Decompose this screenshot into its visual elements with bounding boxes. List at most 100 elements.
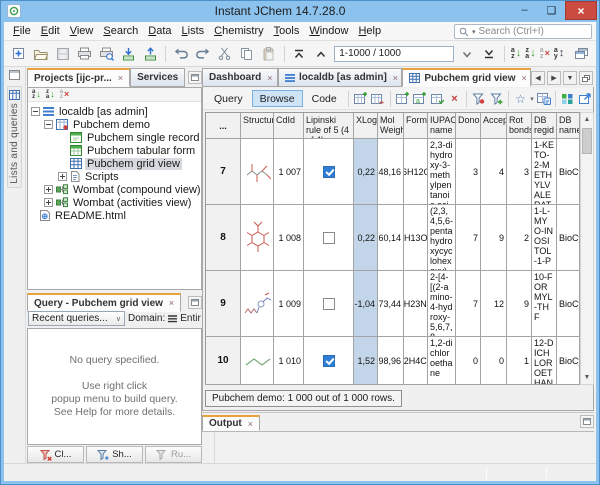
tab-services[interactable]: Services <box>130 68 185 87</box>
paste-icon[interactable] <box>260 44 278 63</box>
filter-error-icon[interactable] <box>471 90 486 107</box>
tree-item-localdb[interactable]: localdb [as admin] <box>28 105 201 118</box>
header-acceptors[interactable]: Acceptors <box>481 113 507 139</box>
tree-item-readme[interactable]: README.html <box>28 209 201 222</box>
structure-cell[interactable] <box>241 271 274 337</box>
formula-cell[interactable]: C6H12O4 <box>404 139 428 205</box>
menu-view[interactable]: View <box>65 23 99 39</box>
add-row-icon[interactable] <box>353 90 368 107</box>
sort-descending-icon[interactable]: za↓ <box>525 45 535 63</box>
iupac-name-cell[interactable]: 2,3-dihydroxy-3-methylpentanoic acid <box>428 139 456 205</box>
header-row-selector[interactable]: ... <box>206 113 241 139</box>
favorites-dropdown-icon[interactable]: ▾ <box>530 95 534 103</box>
first-record-icon[interactable] <box>290 44 308 63</box>
menu-lists[interactable]: Lists <box>177 23 210 39</box>
projects-clear-sort-icon[interactable]: az× <box>60 86 70 104</box>
menu-help[interactable]: Help <box>353 23 386 39</box>
db-regid-cell[interactable]: 1-KETO-2-METHYLVALERATE <box>532 139 557 205</box>
remove-field-icon[interactable]: × <box>447 90 462 107</box>
lipinski-checkbox[interactable] <box>323 355 335 367</box>
structure-cell[interactable] <box>241 337 274 385</box>
scroll-down-icon[interactable]: ▼ <box>584 371 591 384</box>
header-db-name[interactable]: DB name <box>557 113 580 139</box>
tab-localdb[interactable]: localdb [as admin] × <box>278 68 402 87</box>
open-icon[interactable] <box>32 44 50 63</box>
scroll-tabs-right-icon[interactable]: ▶ <box>547 71 561 85</box>
rot-bonds-cell[interactable]: 1 <box>507 337 532 385</box>
export-icon[interactable] <box>141 44 159 63</box>
sort-ascending-icon[interactable]: az↓ <box>511 45 521 63</box>
mol-weight-cell[interactable]: 260,14 <box>378 205 404 271</box>
collapse-icon[interactable] <box>31 107 40 116</box>
previous-record-icon[interactable] <box>312 44 330 63</box>
lipinski-cell[interactable] <box>304 205 354 271</box>
tree-item-tabular-form[interactable]: Pubchem tabular form <box>28 144 201 157</box>
tab-output[interactable]: Output × <box>202 415 260 431</box>
vertical-scrollbar[interactable]: ▲ ▼ <box>580 112 594 385</box>
new-form-icon[interactable] <box>10 44 28 63</box>
rot-bonds-cell[interactable]: 9 <box>507 271 532 337</box>
acceptors-cell[interactable]: 0 <box>481 337 507 385</box>
header-rot-bonds[interactable]: Rot bonds <box>507 113 532 139</box>
custom-sort-icon[interactable]: ay↕ <box>554 45 564 63</box>
projects-sort-desc-icon[interactable]: za↓ <box>46 86 55 104</box>
tree-item-wombat-compound[interactable]: Wombat (compound view) <box>28 183 201 196</box>
recent-queries-dropdown[interactable]: Recent queries... ∨ <box>28 311 125 326</box>
projects-sort-asc-icon[interactable]: az↓ <box>32 86 41 104</box>
redo-icon[interactable] <box>194 44 212 63</box>
tab-list-dropdown-icon[interactable]: ▼ <box>563 71 577 85</box>
cdid-cell[interactable]: 1 009 <box>274 271 304 337</box>
cascade-windows-icon[interactable] <box>572 44 590 63</box>
db-regid-cell[interactable]: 12-DICHLOROETHANE <box>532 337 557 385</box>
widget-grid-icon[interactable] <box>560 90 575 107</box>
menu-data[interactable]: Data <box>143 23 176 39</box>
last-record-icon[interactable] <box>480 44 498 63</box>
tab-projects[interactable]: Projects [ijc-pr... × <box>27 68 130 87</box>
minimize-button[interactable]: – <box>511 1 538 19</box>
donors-cell[interactable]: 3 <box>456 139 481 205</box>
tree-item-pubchem-demo[interactable]: Pubchem demo <box>28 118 201 131</box>
add-chemical-field-icon[interactable]: a <box>412 90 427 107</box>
row-number[interactable]: 8 <box>206 205 241 271</box>
print-preview-icon[interactable] <box>98 44 116 63</box>
menu-edit[interactable]: Edit <box>36 23 65 39</box>
header-formula[interactable]: Formula <box>404 113 428 139</box>
rot-bonds-cell[interactable]: 3 <box>507 139 532 205</box>
import-icon[interactable] <box>120 44 138 63</box>
xlogp-cell[interactable]: 0,22 <box>354 205 378 271</box>
browse-mode-button[interactable]: Browse <box>252 90 303 107</box>
lipinski-cell[interactable] <box>304 271 354 337</box>
db-regid-cell[interactable]: 1-L-MYO-INOSITOL-1-P <box>532 205 557 271</box>
scroll-tabs-left-icon[interactable]: ◀ <box>531 71 545 85</box>
db-name-cell[interactable]: BioCyc <box>557 139 580 205</box>
close-button[interactable]: × <box>565 1 597 20</box>
lipinski-checkbox[interactable] <box>323 298 335 310</box>
menu-chemistry[interactable]: Chemistry <box>209 23 269 39</box>
close-icon[interactable]: × <box>393 73 398 83</box>
donors-cell[interactable]: 7 <box>456 271 481 337</box>
donors-cell[interactable]: 0 <box>456 337 481 385</box>
domain-value[interactable]: Entir <box>180 313 201 324</box>
print-icon[interactable] <box>76 44 94 63</box>
mol-weight-cell[interactable]: 98,96 <box>378 337 404 385</box>
undo-icon[interactable] <box>172 44 190 63</box>
db-regid-cell[interactable]: 10-FORMYL-THF <box>532 271 557 337</box>
header-xlogp[interactable]: XLogP <box>354 113 378 139</box>
tree-item-single-record-form[interactable]: Pubchem single record form <box>28 131 201 144</box>
favorites-icon[interactable]: ☆ <box>513 90 528 107</box>
db-name-cell[interactable]: BioCyc <box>557 205 580 271</box>
add-field-icon[interactable] <box>394 90 409 107</box>
xlogp-cell[interactable]: -1,04 <box>354 271 378 337</box>
save-icon[interactable] <box>54 44 72 63</box>
acceptors-cell[interactable]: 9 <box>481 205 507 271</box>
maximize-button[interactable]: ❏ <box>538 1 565 19</box>
next-record-icon[interactable] <box>458 44 476 63</box>
mol-weight-cell[interactable]: 473,44 <box>378 271 404 337</box>
formula-cell[interactable]: C6H13O9P <box>404 205 428 271</box>
clear-sort-icon[interactable]: az× <box>540 45 550 63</box>
close-icon[interactable]: × <box>248 419 253 429</box>
cdid-cell[interactable]: 1 008 <box>274 205 304 271</box>
header-mol-weight[interactable]: Mol Weight <box>378 113 404 139</box>
lipinski-checkbox[interactable] <box>323 166 335 178</box>
tree-item-grid-view[interactable]: Pubchem grid view <box>28 157 201 170</box>
